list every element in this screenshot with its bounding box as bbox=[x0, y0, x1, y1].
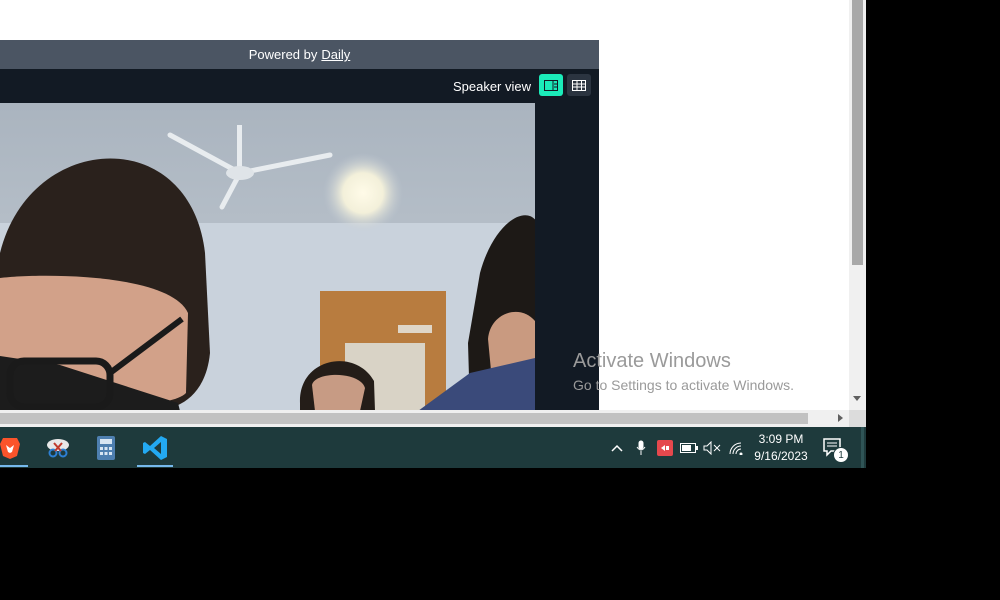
camera-feed-image bbox=[0, 103, 535, 411]
speaker-view-icon bbox=[544, 79, 558, 91]
view-toolbar: Speaker view bbox=[0, 69, 599, 103]
taskbar-brave-browser[interactable] bbox=[0, 427, 30, 468]
vertical-scroll-thumb[interactable] bbox=[852, 0, 863, 265]
active-indicator bbox=[0, 465, 28, 467]
browser-page: Powered by Daily Speaker view Activate W… bbox=[0, 0, 849, 411]
grid-view-icon bbox=[572, 79, 586, 91]
taskbar-visual-studio-code[interactable] bbox=[135, 427, 175, 468]
activate-windows-watermark: Activate Windows Go to Settings to activ… bbox=[573, 350, 794, 393]
activate-windows-subtitle: Go to Settings to activate Windows. bbox=[573, 377, 794, 393]
vscode-icon bbox=[143, 435, 167, 460]
active-indicator bbox=[137, 465, 173, 467]
scrollbar-corner bbox=[849, 410, 866, 427]
volume-muted-icon[interactable] bbox=[703, 439, 721, 457]
desktop-screen: Powered by Daily Speaker view Activate W… bbox=[0, 0, 866, 468]
notification-count-badge: 1 bbox=[833, 447, 849, 463]
powered-by-text: Powered by bbox=[248, 47, 318, 62]
speaker-view-button[interactable] bbox=[539, 74, 563, 96]
horizontal-scrollbar[interactable] bbox=[0, 410, 849, 427]
show-hidden-icons-chevron-icon[interactable] bbox=[608, 439, 626, 457]
recording-app-icon[interactable] bbox=[656, 439, 674, 457]
daily-link[interactable]: Daily bbox=[321, 47, 350, 62]
microphone-icon[interactable] bbox=[632, 439, 650, 457]
horizontal-scroll-thumb[interactable] bbox=[0, 413, 808, 424]
speaker-view-label: Speaker view bbox=[452, 79, 531, 94]
taskbar-calculator[interactable] bbox=[86, 427, 126, 468]
clock-time: 3:09 PM bbox=[758, 432, 804, 446]
scroll-right-arrow-icon[interactable] bbox=[838, 414, 843, 422]
taskbar-snipping-tool[interactable] bbox=[38, 427, 78, 468]
taskbar-clock[interactable]: 3:09 PM 9/16/2023 bbox=[748, 431, 814, 465]
show-desktop-button[interactable] bbox=[861, 427, 864, 468]
snipping-tool-icon bbox=[47, 438, 69, 457]
vertical-scrollbar[interactable] bbox=[849, 0, 866, 410]
brave-browser-icon bbox=[0, 437, 20, 459]
windows-taskbar: 3:09 PM 9/16/2023 1 bbox=[0, 427, 866, 468]
calculator-icon bbox=[97, 435, 115, 460]
grid-view-button[interactable] bbox=[567, 74, 591, 96]
daily-call-frame: Powered by Daily Speaker view bbox=[0, 40, 599, 411]
clock-date: 9/16/2023 bbox=[754, 449, 808, 463]
scroll-down-arrow-icon[interactable] bbox=[853, 396, 861, 401]
battery-icon[interactable] bbox=[680, 439, 698, 457]
activate-windows-title: Activate Windows bbox=[573, 350, 731, 372]
powered-by-bar: Powered by Daily bbox=[0, 40, 599, 69]
participant-video bbox=[0, 103, 535, 411]
wifi-network-icon[interactable] bbox=[728, 439, 746, 457]
